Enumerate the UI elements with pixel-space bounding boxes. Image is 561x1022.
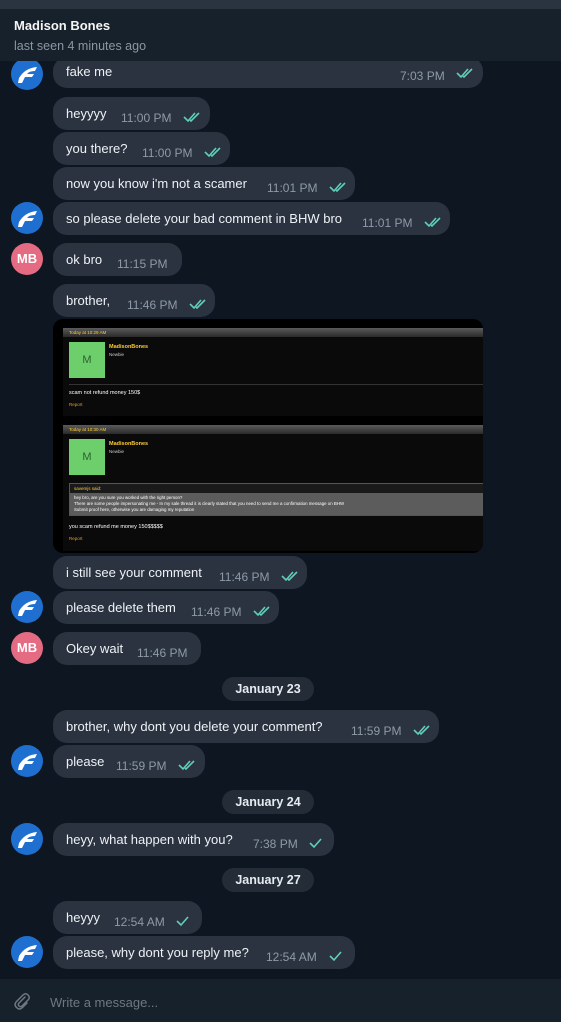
message-text: Okey wait bbox=[66, 641, 124, 656]
message-bubble[interactable]: brother, why dont you delete your commen… bbox=[53, 710, 439, 743]
message-input[interactable] bbox=[50, 993, 510, 1011]
message-text: fake me bbox=[66, 64, 113, 79]
quote-block: savemjs said: hey bro, are you sure you … bbox=[69, 483, 483, 516]
read-receipt-icon bbox=[424, 216, 444, 228]
user-avatar-icon[interactable] bbox=[11, 61, 43, 90]
read-check-icon bbox=[328, 950, 348, 962]
message-bubble[interactable]: please delete them 11:46 PM bbox=[53, 591, 279, 624]
read-check-icon bbox=[175, 915, 195, 927]
message-time: 11:00 PM bbox=[121, 111, 172, 125]
user-box: M bbox=[69, 342, 105, 378]
user-box: M bbox=[69, 439, 105, 475]
read-check-icon bbox=[308, 837, 328, 849]
quote-body: hey bro, are you sure you worked with th… bbox=[70, 493, 483, 515]
post-username: MadisonBones bbox=[109, 344, 149, 350]
user-avatar-icon[interactable] bbox=[11, 936, 43, 968]
post-role: Newbie bbox=[109, 449, 125, 454]
compose-bar bbox=[0, 979, 561, 1022]
date-separator: January 24 bbox=[222, 790, 314, 814]
quote-author: savemjs said: bbox=[74, 486, 102, 491]
read-receipt-icon bbox=[189, 298, 209, 310]
message-list[interactable]: fake me 7:03 PM heyyyy 11:00 PM you ther… bbox=[0, 61, 561, 979]
message-time: 11:15 PM bbox=[117, 257, 168, 271]
read-receipt-icon bbox=[204, 146, 224, 158]
message-time: 11:00 PM bbox=[142, 146, 193, 160]
message-bubble[interactable]: please 11:59 PM bbox=[53, 745, 205, 778]
message-text: heyy, what happen with you? bbox=[66, 832, 233, 847]
forum-post: Today at 10:30 AM M MadisonBones Newbie … bbox=[63, 425, 483, 551]
message-text: i still see your comment bbox=[66, 565, 202, 580]
message-time: 11:46 PM bbox=[219, 570, 270, 584]
message-text: now you know i'm not a scamer bbox=[66, 176, 247, 191]
message-bubble[interactable]: please, why dont you reply me? 12:54 AM bbox=[53, 936, 355, 969]
message-bubble[interactable]: now you know i'm not a scamer 11:01 PM bbox=[53, 167, 355, 200]
message-text: you there? bbox=[66, 141, 128, 156]
report-link: Report bbox=[69, 536, 83, 541]
user-avatar-icon[interactable] bbox=[11, 591, 43, 623]
message-bubble[interactable]: you there? 11:00 PM bbox=[53, 132, 230, 165]
date-separator: January 27 bbox=[222, 868, 314, 892]
message-text: please bbox=[66, 754, 105, 769]
message-bubble[interactable]: Okey wait 11:46 PM bbox=[53, 632, 201, 665]
read-receipt-icon bbox=[178, 759, 198, 771]
message-time: 12:54 AM bbox=[114, 915, 165, 929]
chat-header[interactable]: Madison Bones last seen 4 minutes ago bbox=[0, 9, 561, 61]
message-time: 11:46 PM bbox=[137, 646, 188, 660]
message-bubble[interactable]: i still see your comment 11:46 PM bbox=[53, 556, 307, 589]
read-receipt-icon bbox=[253, 605, 273, 617]
contact-avatar[interactable]: MB bbox=[11, 632, 43, 664]
message-bubble[interactable]: fake me 7:03 PM bbox=[53, 61, 483, 88]
message-time: 11:01 PM bbox=[362, 216, 413, 230]
message-bubble[interactable]: so please delete your bad comment in BHW… bbox=[53, 202, 450, 235]
divider bbox=[69, 384, 483, 385]
user-avatar-icon[interactable] bbox=[11, 745, 43, 777]
message-time: 11:46 PM bbox=[191, 605, 242, 619]
read-receipt-icon bbox=[456, 67, 476, 79]
message-bubble[interactable]: ok bro 11:15 PM bbox=[53, 243, 182, 276]
read-receipt-icon bbox=[413, 724, 433, 736]
message-text: ok bro bbox=[66, 252, 103, 267]
read-receipt-icon bbox=[281, 570, 301, 582]
post-text: scam not refund money 150$ bbox=[69, 390, 141, 396]
attach-icon[interactable] bbox=[12, 991, 32, 1011]
read-receipt-icon bbox=[329, 181, 349, 193]
message-bubble[interactable]: heyyy 12:54 AM bbox=[53, 901, 202, 934]
image-attachment[interactable]: Today at 10:29 AM M MadisonBones Newbie … bbox=[53, 319, 483, 553]
contact-name[interactable]: Madison Bones bbox=[14, 18, 110, 33]
message-text: brother, why dont you delete your commen… bbox=[66, 719, 323, 734]
report-link: Report bbox=[69, 402, 83, 407]
message-text: please delete them bbox=[66, 600, 176, 615]
quote-line: Submit proof here, otherwise you are dam… bbox=[74, 507, 195, 512]
message-time: 11:59 PM bbox=[351, 724, 402, 738]
contact-avatar[interactable]: MB bbox=[11, 243, 43, 275]
date-separator: January 23 bbox=[222, 677, 314, 701]
user-avatar-icon[interactable] bbox=[11, 202, 43, 234]
message-text: heyyyy bbox=[66, 106, 107, 121]
post-role: Newbie bbox=[109, 352, 125, 357]
message-text: so please delete your bad comment in BHW… bbox=[66, 211, 343, 226]
message-time: 7:03 PM bbox=[400, 69, 445, 83]
message-text: heyyy bbox=[66, 910, 100, 925]
message-time: 11:59 PM bbox=[116, 759, 167, 773]
read-receipt-icon bbox=[183, 111, 203, 123]
message-text: brother, bbox=[66, 293, 111, 308]
window-top-strip bbox=[0, 0, 561, 9]
message-time: 12:54 AM bbox=[266, 950, 317, 964]
post-header: Today at 10:29 AM bbox=[63, 328, 483, 337]
post-username: MadisonBones bbox=[109, 441, 149, 447]
forum-post: Today at 10:29 AM M MadisonBones Newbie … bbox=[63, 328, 483, 416]
message-bubble[interactable]: brother, 11:46 PM bbox=[53, 284, 215, 317]
user-avatar-icon[interactable] bbox=[11, 823, 43, 855]
post-header: Today at 10:30 AM bbox=[63, 425, 483, 434]
post-text: you scam refund me money 150$$$$$ bbox=[69, 524, 163, 530]
message-bubble[interactable]: heyy, what happen with you? 7:38 PM bbox=[53, 823, 334, 856]
message-time: 11:46 PM bbox=[127, 298, 178, 312]
message-bubble[interactable]: heyyyy 11:00 PM bbox=[53, 97, 210, 130]
contact-status: last seen 4 minutes ago bbox=[14, 39, 147, 53]
message-time: 7:38 PM bbox=[253, 837, 298, 851]
message-text: please, why dont you reply me? bbox=[66, 945, 249, 960]
message-time: 11:01 PM bbox=[267, 181, 318, 195]
